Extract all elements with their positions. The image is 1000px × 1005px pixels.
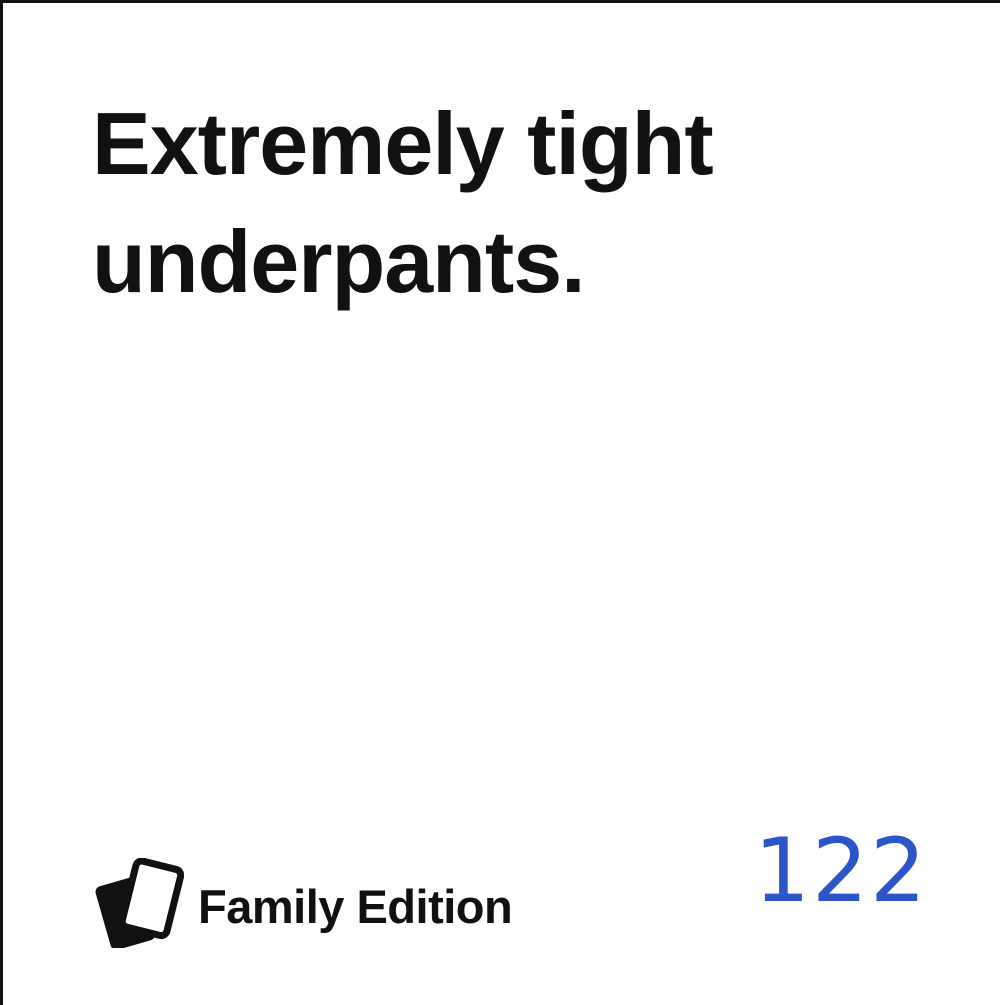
card-number: 122 (754, 819, 928, 922)
card-text: Extremely tight underpants. (92, 94, 714, 311)
brand-label: Family Edition (198, 879, 513, 933)
brand-logo: Family Edition (92, 858, 513, 948)
game-card[interactable]: Extremely tight underpants. Family Editi… (0, 0, 1000, 1005)
cards-icon (95, 858, 184, 948)
